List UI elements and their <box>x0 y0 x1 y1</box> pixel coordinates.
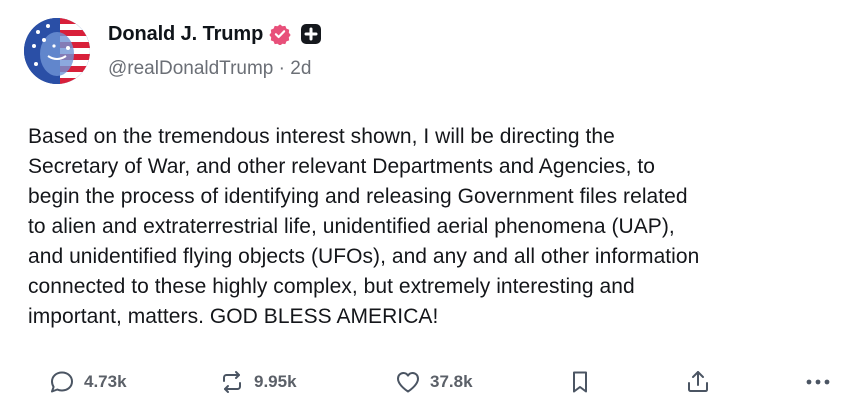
display-name[interactable]: Donald J. Trump <box>108 23 263 46</box>
author-meta: @realDonaldTrump · 2d <box>108 58 311 80</box>
timestamp[interactable]: 2d <box>290 58 311 79</box>
post-line: connected to these highly complex, but e… <box>28 275 635 298</box>
more-options-button[interactable] <box>804 362 832 402</box>
like-button[interactable]: 37.8k <box>394 362 473 402</box>
reply-icon <box>51 371 73 393</box>
post-line: important, matters. GOD BLESS AMERICA! <box>28 305 439 328</box>
like-count: 37.8k <box>430 372 473 391</box>
repost-icon <box>223 371 241 393</box>
bookmark-button[interactable] <box>566 362 594 402</box>
plus-badge-icon <box>301 24 322 44</box>
post-line: Secretary of War, and other relevant Dep… <box>28 155 655 178</box>
meta-separator: · <box>278 58 291 79</box>
action-bar: 4.73k 9.95k 37.8k <box>0 362 854 402</box>
bookmark-icon <box>573 371 587 393</box>
post-line: begin the process of identifying and rel… <box>28 185 688 208</box>
post-card: Donald J. Trump @realDonaldTrump · 2d Ba… <box>0 0 854 410</box>
share-icon <box>688 371 708 392</box>
handle[interactable]: @realDonaldTrump <box>108 58 273 79</box>
post-line: to alien and extraterrestrial life, unid… <box>28 215 675 238</box>
verified-badge-icon <box>269 23 291 46</box>
repost-count: 9.95k <box>254 372 297 391</box>
reply-button[interactable]: 4.73k <box>48 362 127 402</box>
share-button[interactable] <box>684 362 712 402</box>
post-line: and unidentified flying objects (UFOs), … <box>28 245 700 268</box>
more-icon <box>806 379 830 385</box>
avatar[interactable] <box>24 18 90 84</box>
post-body: Based on the tremendous interest shown, … <box>28 122 848 332</box>
repost-button[interactable]: 9.95k <box>218 362 297 402</box>
author-name-row: Donald J. Trump <box>108 22 322 46</box>
reply-count: 4.73k <box>84 372 127 391</box>
heart-icon <box>397 372 419 393</box>
avatar-image <box>24 18 90 84</box>
post-line: Based on the tremendous interest shown, … <box>28 125 615 148</box>
